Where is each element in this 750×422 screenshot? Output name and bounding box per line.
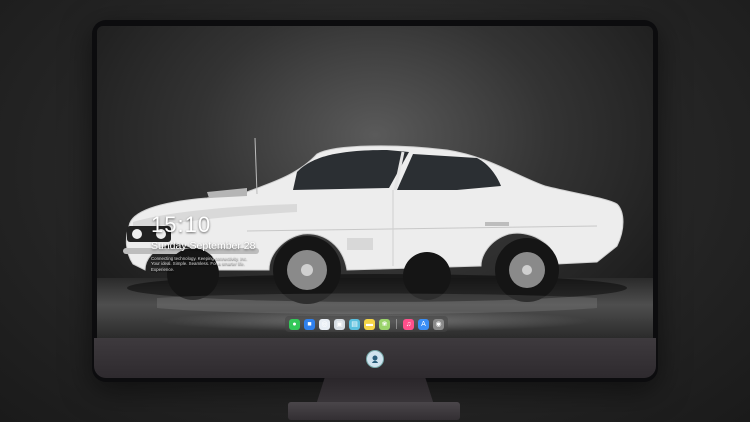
app-store-icon[interactable]: A [418, 318, 429, 330]
finder-icon[interactable]: ■ [304, 318, 315, 330]
messages-icon[interactable]: ● [289, 318, 300, 330]
lock-screen: 15:10 Sunday September 28 Connecting tec… [97, 26, 653, 338]
safari-icon[interactable]: ◎ [319, 318, 330, 330]
notes-icon[interactable]: ▬ [364, 318, 375, 330]
camera-icon[interactable]: ◉ [433, 318, 444, 330]
monitor-stand-base [288, 402, 460, 420]
claquette-icon[interactable]: ▤ [349, 318, 360, 330]
lock-screen-time: 15:10 [151, 212, 212, 237]
preview-icon[interactable]: ▣ [334, 318, 345, 330]
mustang-wallpaper [123, 137, 627, 314]
lock-screen-date: Sunday September 28 [151, 240, 256, 252]
music-icon[interactable]: ♫ [403, 318, 414, 330]
dock: ● ■ ◎ ▣ ▤ ▬ ❀ ♫ A ◉ [285, 316, 448, 332]
lock-screen-notice: Connecting technology. Keeping connectiv… [151, 256, 263, 272]
photos-icon[interactable]: ❀ [379, 318, 390, 330]
notice-line-2: Your ideal. Simple. Seamless. For a smar… [151, 261, 245, 272]
dock-separator [396, 319, 397, 329]
brand-logo-icon [366, 350, 384, 368]
